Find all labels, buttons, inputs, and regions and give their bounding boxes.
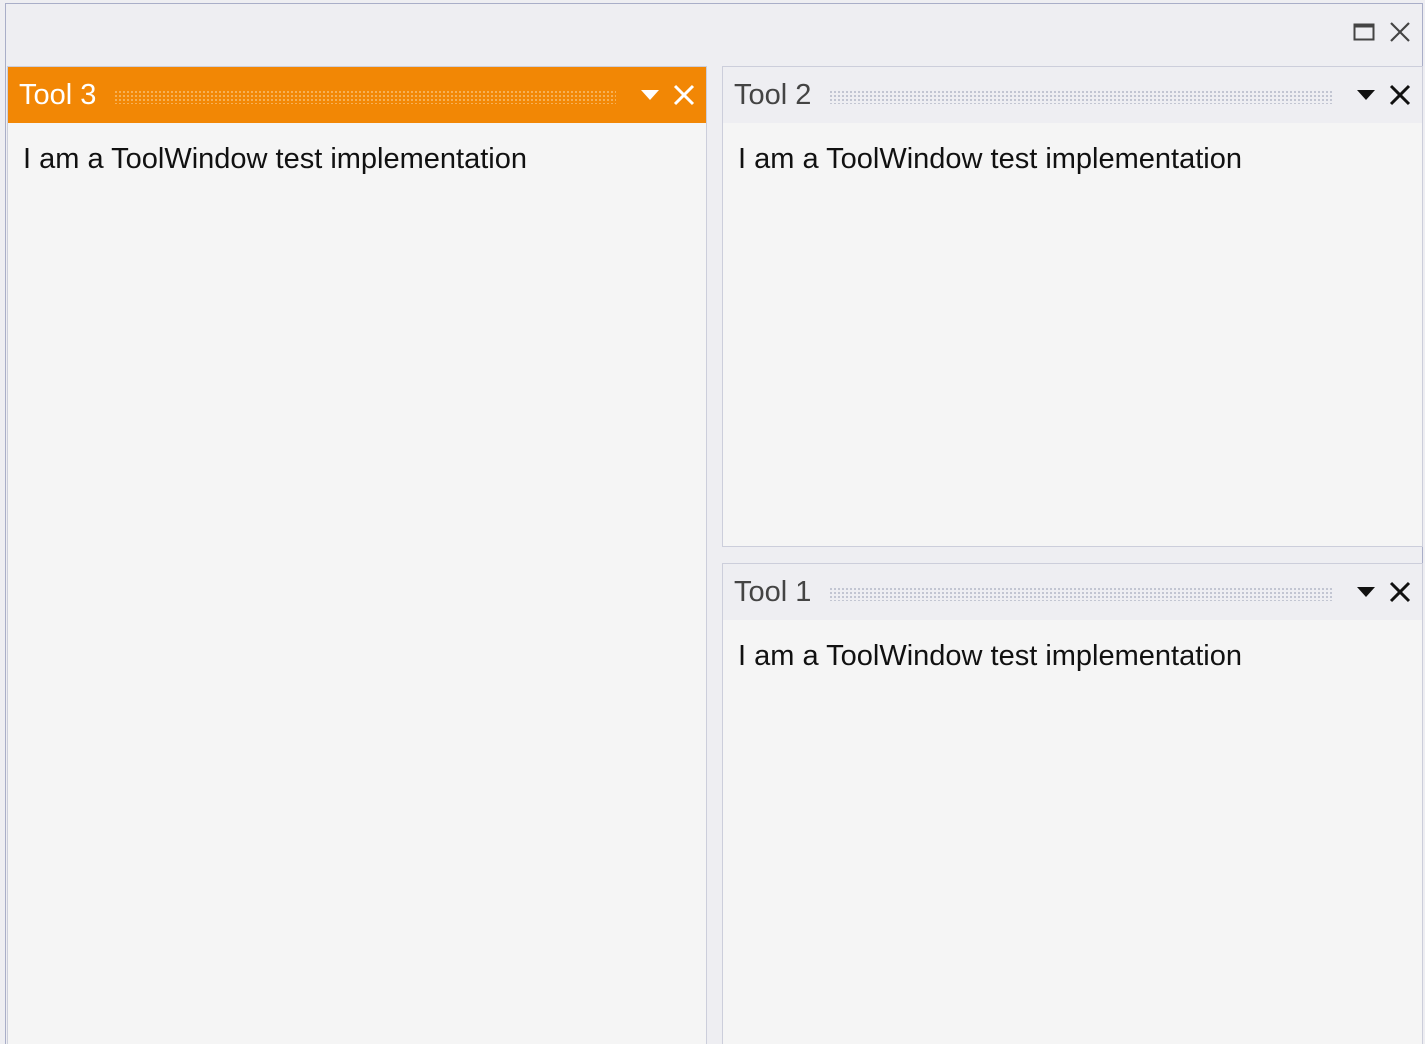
tool-pane-tool-1: Tool 1 I am a ToolWindow test implementa…	[722, 563, 1423, 1044]
drag-grip[interactable]	[829, 90, 1332, 104]
tool-pane-tool-3: Tool 3 I am a ToolWindow test implementa…	[7, 66, 707, 1044]
close-icon	[1389, 581, 1411, 603]
tool-pane-tool-2: Tool 2 I am a ToolWindow test implementa…	[722, 66, 1423, 547]
pane-close-button[interactable]	[668, 75, 700, 115]
pane-header[interactable]: Tool 1	[723, 564, 1422, 620]
pane-header[interactable]: Tool 3	[8, 67, 706, 123]
pane-content: I am a ToolWindow test implementation	[738, 640, 1242, 672]
pane-title: Tool 3	[19, 79, 97, 111]
pane-header[interactable]: Tool 2	[723, 67, 1422, 123]
close-icon	[1390, 22, 1410, 42]
pane-title: Tool 2	[734, 79, 812, 111]
close-icon	[673, 84, 695, 106]
pane-menu-button[interactable]	[1350, 75, 1382, 115]
window-maximize-button[interactable]	[1352, 18, 1376, 46]
drag-grip[interactable]	[114, 90, 616, 104]
caret-down-icon	[1357, 587, 1375, 597]
window-controls	[1352, 18, 1412, 46]
pane-content: I am a ToolWindow test implementation	[738, 143, 1242, 175]
pane-close-button[interactable]	[1384, 572, 1416, 612]
window-close-button[interactable]	[1388, 18, 1412, 46]
close-icon	[1389, 84, 1411, 106]
caret-down-icon	[1357, 90, 1375, 100]
pane-close-button[interactable]	[1384, 75, 1416, 115]
pane-title: Tool 1	[734, 576, 812, 608]
pane-content: I am a ToolWindow test implementation	[23, 143, 527, 175]
maximize-icon	[1353, 23, 1375, 41]
pane-menu-button[interactable]	[634, 75, 666, 115]
drag-grip[interactable]	[829, 587, 1332, 601]
caret-down-icon	[641, 90, 659, 100]
pane-menu-button[interactable]	[1350, 572, 1382, 612]
